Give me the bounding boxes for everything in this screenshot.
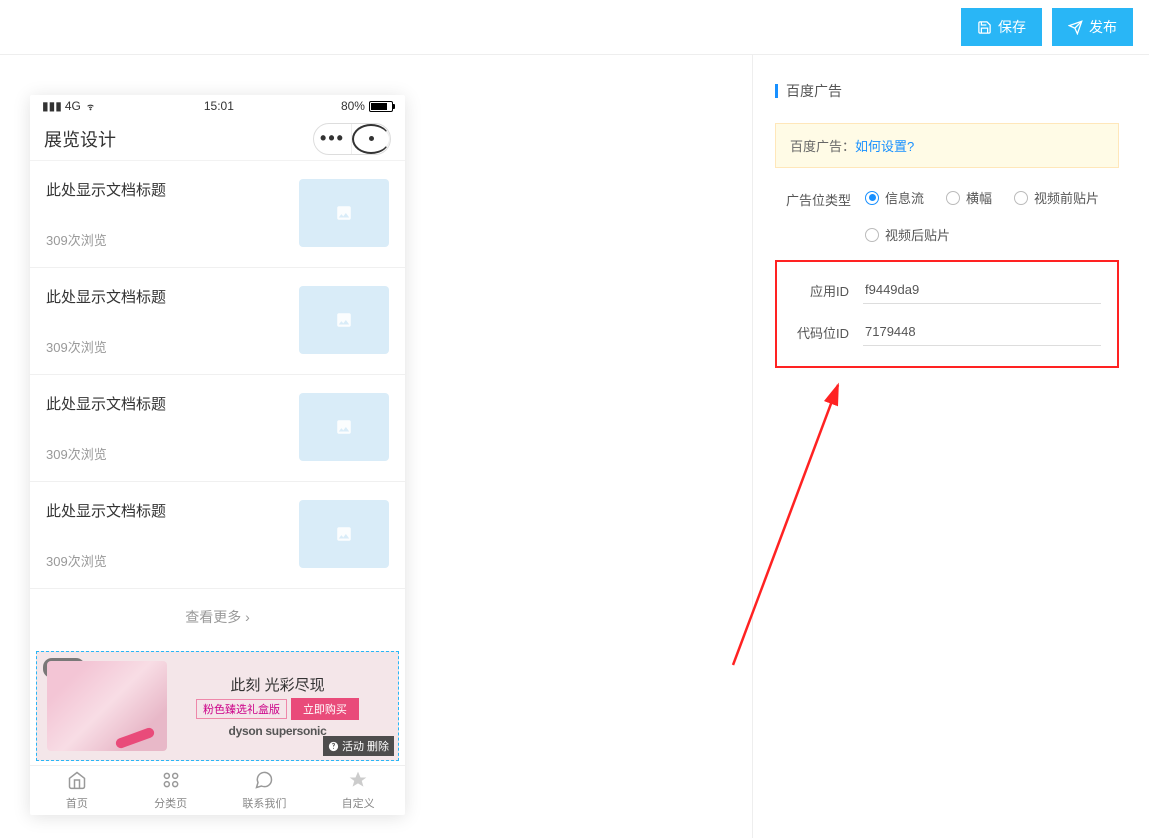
status-bar: ▮▮▮ 4G 15:01 80% [30, 95, 405, 117]
list-item[interactable]: 此处显示文档标题 309次浏览 [30, 375, 405, 482]
ad-banner[interactable]: 广告ᵥ 此刻 光彩尽现 粉色臻选礼盒版 立即购买 dyson supersoni… [36, 651, 399, 761]
page-title: 展览设计 [44, 126, 116, 152]
document-list: 此处显示文档标题 309次浏览此处显示文档标题 309次浏览此处显示文档标题 309次… [30, 161, 405, 589]
home-icon [67, 770, 87, 793]
radio-视频后贴片[interactable]: 视频后贴片 [865, 225, 950, 244]
chevron-right-icon: › [241, 609, 250, 625]
item-views: 309次浏览 [46, 337, 166, 356]
radio-circle-icon [1014, 191, 1028, 205]
help-prefix: 百度广告： [790, 139, 855, 154]
ad-subline: 粉色臻选礼盒版 [196, 699, 287, 719]
battery-percent: 80% [341, 99, 365, 113]
item-views: 309次浏览 [46, 444, 166, 463]
section-title: 百度广告 [786, 81, 842, 101]
load-more-button[interactable]: 查看更多 › [30, 589, 405, 645]
signal-bars-icon: ▮▮▮ [42, 99, 62, 113]
list-item[interactable]: 此处显示文档标题 309次浏览 [30, 161, 405, 268]
battery-icon [369, 101, 393, 112]
tab-自定义[interactable]: 自定义 [311, 766, 405, 815]
radio-label: 视频后贴片 [885, 225, 950, 244]
clock: 15:01 [204, 99, 234, 113]
radio-label: 信息流 [885, 188, 924, 207]
adtype-radio-group: 信息流 横幅 视频前贴片视频后贴片 [865, 188, 1119, 244]
publish-button[interactable]: 发布 [1052, 8, 1133, 46]
radio-label: 横幅 [966, 188, 992, 207]
capsule-close-button[interactable] [352, 124, 390, 154]
appid-label: 应用ID [783, 281, 863, 300]
accent-bar [775, 84, 778, 98]
help-link[interactable]: 如何设置? [855, 139, 914, 154]
contact-icon [254, 770, 274, 793]
help-banner: 百度广告：如何设置? [775, 123, 1119, 168]
ad-delete-button[interactable]: 活动删除 [323, 736, 394, 756]
settings-panel: 百度广告 百度广告：如何设置? 广告位类型 信息流 横幅 视频前贴片视频后贴片 应用… [752, 55, 1149, 838]
tab-分类页[interactable]: 分类页 [124, 766, 218, 815]
top-toolbar: 保存 发布 [0, 0, 1149, 55]
tab-label: 联系我们 [242, 795, 286, 811]
appid-input[interactable] [863, 276, 1101, 304]
radio-circle-icon [865, 191, 879, 205]
item-title: 此处显示文档标题 [46, 179, 166, 200]
radio-circle-icon [865, 228, 879, 242]
send-icon [1068, 20, 1083, 35]
thumbnail-placeholder [299, 500, 389, 568]
phone-preview: ▮▮▮ 4G 15:01 80% 展览设计 ••• 此处显示文档标题 309次浏览… [30, 95, 405, 815]
ad-headline: 此刻 光彩尽现 [175, 674, 380, 695]
wifi-icon [84, 101, 97, 111]
star-icon [348, 770, 368, 793]
save-button[interactable]: 保存 [961, 8, 1042, 46]
save-icon [977, 20, 992, 35]
thumbnail-placeholder [299, 286, 389, 354]
ad-image [47, 661, 167, 751]
network-label: 4G [65, 99, 81, 113]
highlighted-fields: 应用ID 代码位ID [775, 260, 1119, 368]
capsule-more-button[interactable]: ••• [314, 124, 352, 154]
section-header: 百度广告 [775, 81, 1119, 101]
tab-bar: 首页 分类页 联系我们 自定义 [30, 765, 405, 815]
item-views: 309次浏览 [46, 230, 166, 249]
codeid-label: 代码位ID [783, 323, 863, 342]
list-item[interactable]: 此处显示文档标题 309次浏览 [30, 268, 405, 375]
radio-横幅[interactable]: 横幅 [946, 188, 992, 207]
adtype-label: 广告位类型 [775, 188, 865, 209]
adtype-row: 广告位类型 信息流 横幅 视频前贴片视频后贴片 [775, 188, 1119, 244]
publish-label: 发布 [1089, 17, 1117, 37]
codeid-input[interactable] [863, 318, 1101, 346]
radio-label: 视频前贴片 [1034, 188, 1099, 207]
item-title: 此处显示文档标题 [46, 286, 166, 307]
thumbnail-placeholder [299, 179, 389, 247]
tab-首页[interactable]: 首页 [30, 766, 124, 815]
item-views: 309次浏览 [46, 551, 166, 570]
item-title: 此处显示文档标题 [46, 393, 166, 414]
link-icon [328, 741, 339, 752]
capsule-menu: ••• [313, 123, 391, 155]
ad-activity-label: 活动 [342, 738, 364, 754]
radio-视频前贴片[interactable]: 视频前贴片 [1014, 188, 1099, 207]
item-title: 此处显示文档标题 [46, 500, 166, 521]
category-icon [161, 770, 181, 793]
tab-联系我们[interactable]: 联系我们 [218, 766, 312, 815]
save-label: 保存 [998, 17, 1026, 37]
ad-delete-label: 删除 [367, 738, 389, 754]
thumbnail-placeholder [299, 393, 389, 461]
preview-area: ▮▮▮ 4G 15:01 80% 展览设计 ••• 此处显示文档标题 309次浏览… [0, 55, 752, 838]
tab-label: 分类页 [154, 795, 187, 811]
list-item[interactable]: 此处显示文档标题 309次浏览 [30, 482, 405, 589]
tab-label: 首页 [66, 795, 88, 811]
ad-cta: 立即购买 [291, 698, 359, 720]
title-bar: 展览设计 ••• [30, 117, 405, 161]
tab-label: 自定义 [342, 795, 375, 811]
radio-circle-icon [946, 191, 960, 205]
radio-信息流[interactable]: 信息流 [865, 188, 924, 207]
